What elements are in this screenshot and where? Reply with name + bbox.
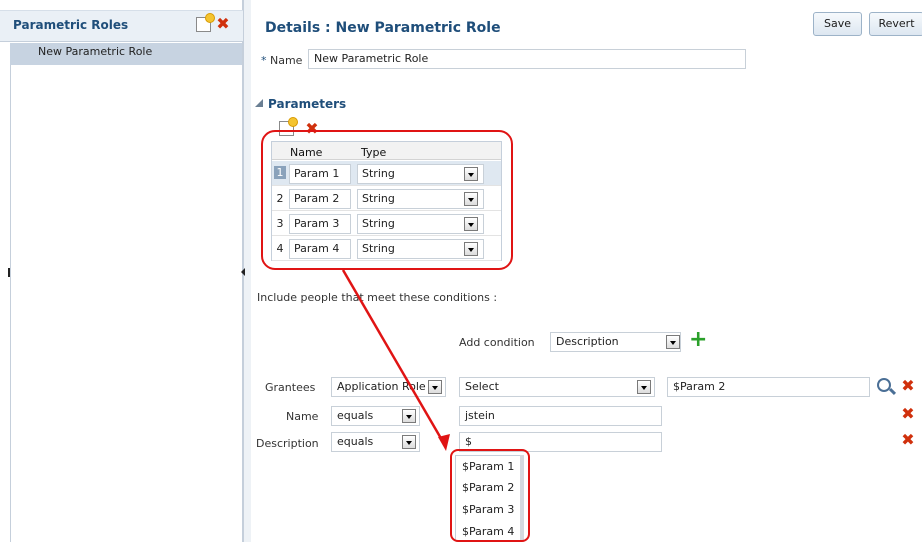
annotation-arrow [341, 269, 450, 451]
